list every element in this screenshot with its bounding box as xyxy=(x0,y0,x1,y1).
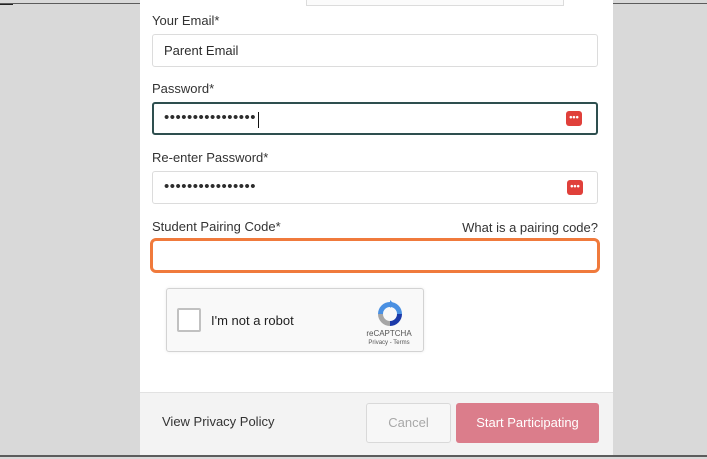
recaptcha-brand: reCAPTCHA xyxy=(366,329,412,338)
cancel-button[interactable]: Cancel xyxy=(366,403,451,443)
reenter-password-value: •••••••••••••••• xyxy=(164,178,257,195)
reenter-password-field[interactable]: •••••••••••••••• ••• xyxy=(152,171,598,204)
email-value: Parent Email xyxy=(164,43,239,58)
recaptcha-checkbox[interactable] xyxy=(177,308,201,332)
password-field[interactable]: •••••••••••••••• ••• xyxy=(152,102,598,135)
recaptcha-widget: I'm not a robot reCAPTCHA Privacy - Term… xyxy=(166,288,424,352)
password-value: •••••••••••••••• xyxy=(164,109,257,126)
bottom-divider xyxy=(0,455,707,457)
reenter-password-label: Re-enter Password* xyxy=(152,150,269,165)
password-label: Password* xyxy=(152,81,215,96)
privacy-policy-link[interactable]: View Privacy Policy xyxy=(162,414,274,429)
start-participating-button[interactable]: Start Participating xyxy=(456,403,599,443)
recaptcha-logo-icon xyxy=(378,300,402,326)
pairing-code-help-link[interactable]: What is a pairing code? xyxy=(462,220,598,235)
email-field[interactable]: Parent Email xyxy=(152,34,598,67)
text-caret xyxy=(258,111,260,128)
pairing-code-field[interactable] xyxy=(150,238,600,273)
dialog-footer: View Privacy Policy Cancel Start Partici… xyxy=(140,392,613,455)
password-manager-icon[interactable]: ••• xyxy=(566,111,582,126)
recaptcha-label: I'm not a robot xyxy=(211,313,294,328)
previous-field-fragment xyxy=(306,0,564,6)
email-label: Your Email* xyxy=(152,13,220,28)
recaptcha-terms-link[interactable]: Privacy - Terms xyxy=(359,340,419,346)
pairing-code-label: Student Pairing Code* xyxy=(152,219,281,234)
password-manager-icon[interactable]: ••• xyxy=(567,180,583,195)
signup-dialog: Your Email* Parent Email Password* •••••… xyxy=(140,0,613,455)
